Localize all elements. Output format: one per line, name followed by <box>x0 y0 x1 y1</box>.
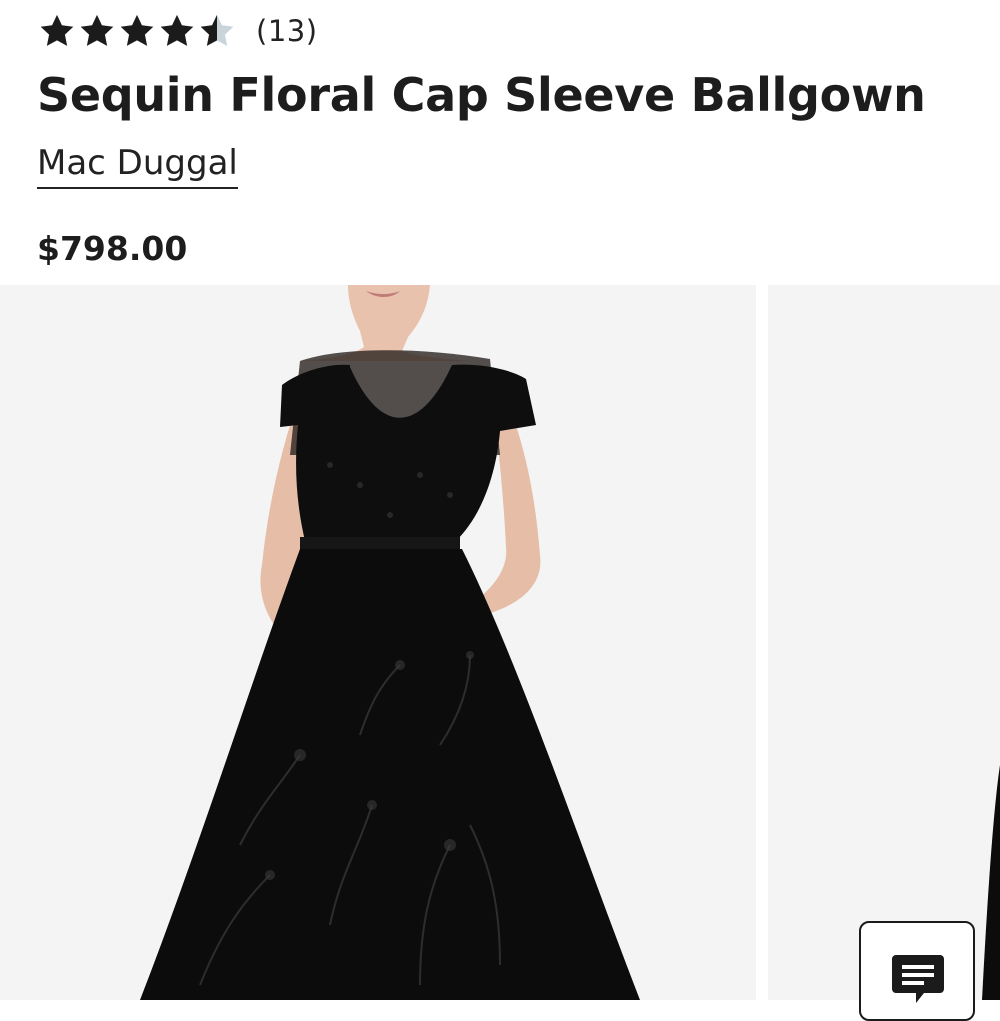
partial-next-image <box>982 765 1000 1000</box>
chat-button[interactable] <box>859 921 975 1021</box>
review-count-link[interactable]: (13) <box>256 14 318 48</box>
chat-icon <box>892 955 944 1003</box>
product-title: Sequin Floral Cap Sleeve Ballgown <box>37 68 926 122</box>
product-image-gallery[interactable] <box>0 285 1000 1000</box>
star-filled-icon <box>160 14 194 46</box>
star-filled-icon <box>120 14 154 46</box>
model-in-black-gown-image <box>140 285 640 1000</box>
product-rating[interactable]: (13) <box>38 12 318 50</box>
star-half-icon <box>200 14 234 46</box>
product-price: $798.00 <box>37 229 188 268</box>
product-image-main[interactable] <box>0 285 756 1000</box>
brand-link[interactable]: Mac Duggal <box>37 143 238 189</box>
star-filled-icon <box>40 14 74 46</box>
star-filled-icon <box>80 14 114 46</box>
product-header: (13) Sequin Floral Cap Sleeve Ballgown M… <box>0 0 1000 285</box>
rating-stars[interactable] <box>38 12 236 50</box>
product-image-next[interactable] <box>768 285 1000 1000</box>
